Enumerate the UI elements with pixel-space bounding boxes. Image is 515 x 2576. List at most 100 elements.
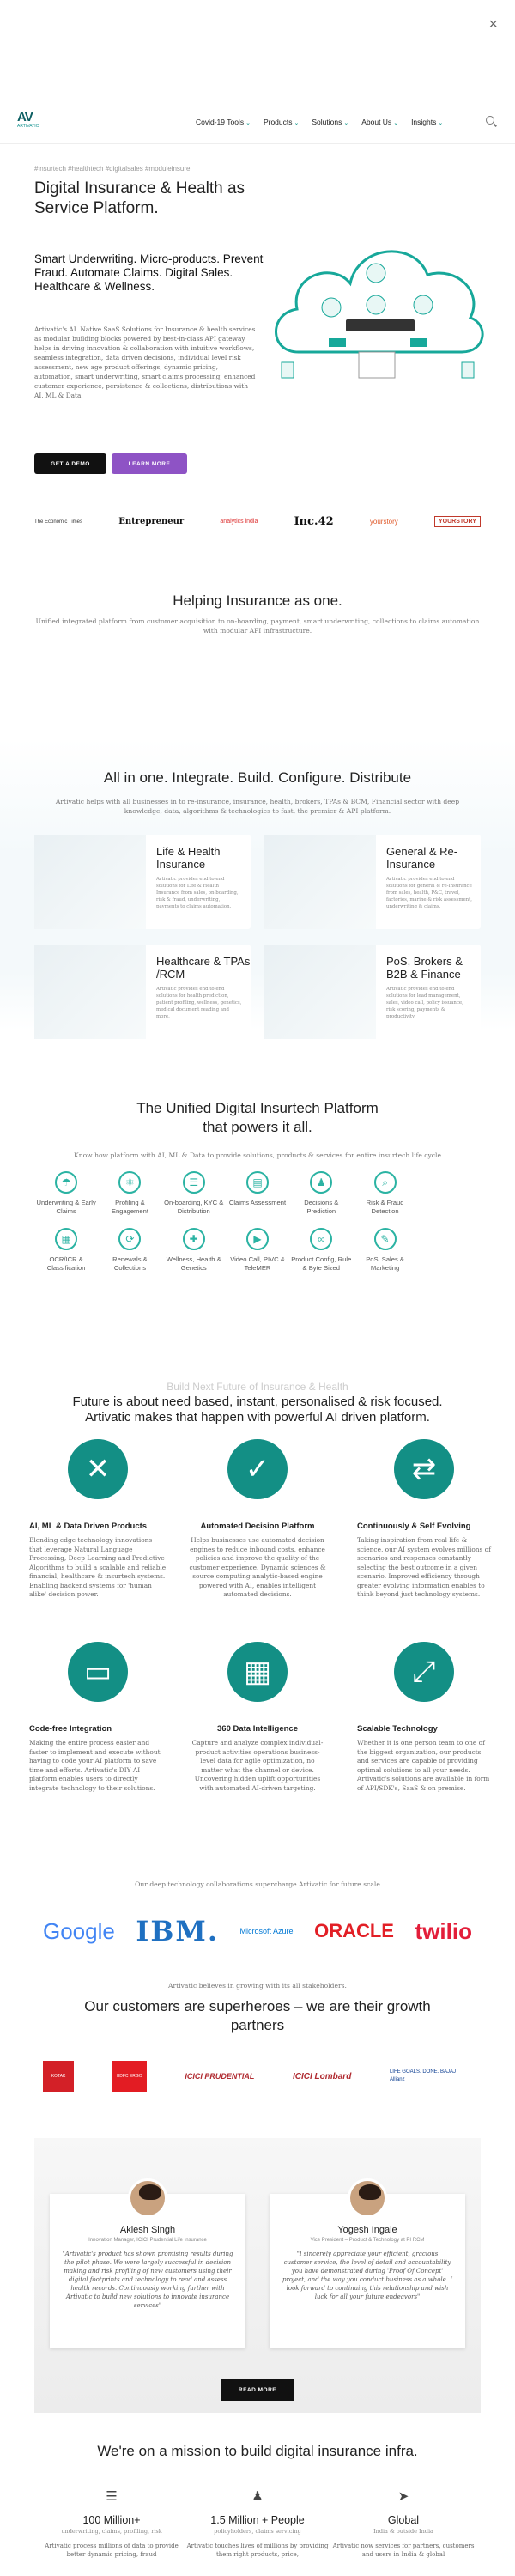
- hero-description: Artivatic's AI. Native SaaS Solutions fo…: [34, 325, 256, 399]
- capability-decisions[interactable]: ♟ Decisions & Prediction: [289, 1171, 353, 1216]
- capability-risk-fraud[interactable]: ⌕ Risk & Fraud Detection: [353, 1171, 416, 1216]
- search-icon[interactable]: [486, 116, 494, 125]
- infinity-icon: ∞: [310, 1228, 333, 1250]
- medical-icon: ✚: [182, 1228, 205, 1250]
- avatar: [348, 2178, 387, 2218]
- press-logo: Entrepreneur: [118, 517, 185, 526]
- customer-logos: KOTAK HDFC ERGO ICICI PRUDENTIAL ICICI L…: [43, 2061, 472, 2092]
- hdfc-ergo-logo: HDFC ERGO: [112, 2061, 147, 2092]
- chevron-down-icon: ⌄: [393, 120, 399, 126]
- press-logo: Inc.42: [294, 515, 334, 528]
- feature-360-data: ▦ 360 Data Intelligence Capture and anal…: [189, 1642, 326, 1793]
- hero-title: Digital Insurance & Health as Service Pl…: [34, 179, 245, 217]
- mission-title: We're on a mission to build digital insu…: [97, 2443, 418, 2459]
- read-more-button[interactable]: READ MORE: [221, 2379, 294, 2401]
- icici-prudential-logo: ICICI PRUDENTIAL: [185, 2072, 255, 2081]
- chess-icon: ♟: [310, 1171, 333, 1194]
- nav-item-solutions[interactable]: Solutions ⌄: [312, 118, 348, 126]
- logo[interactable]: AV ARTIVATIC: [17, 110, 46, 136]
- site-header: AV ARTIVATIC Covid-19 Tools ⌄ Products ⌄ S…: [0, 101, 515, 144]
- chevron-down-icon: ⌄: [438, 120, 444, 126]
- platform-cloud-illustration: [275, 250, 484, 379]
- capability-ocr[interactable]: ▦ OCR/ICR & Classification: [34, 1228, 98, 1273]
- capability-pos-sales[interactable]: ✎ PoS, Sales & Marketing: [353, 1228, 416, 1273]
- capability-video-call[interactable]: ▶ Video Call, PIVC & TeleMER: [226, 1228, 289, 1273]
- main-nav: Covid-19 Tools ⌄ Products ⌄ Solutions ⌄ Abo…: [196, 118, 443, 126]
- stat-item: ♟ 1.5 Million + People policyholders, cl…: [185, 2488, 330, 2559]
- grid-spacer: [417, 1171, 481, 1216]
- press-logos: The Economic Times Entrepreneur analytic…: [34, 515, 481, 528]
- get-demo-button[interactable]: GET A DEMO: [34, 453, 106, 474]
- card-healthcare-tpas[interactable]: Healthcare & TPAs /RCM Artivatic provide…: [34, 945, 251, 1039]
- avatar: [128, 2178, 167, 2218]
- refresh-icon: ⟳: [118, 1228, 142, 1250]
- bajaj-allianz-logo: LIFE GOALS. DONE. BAJAJ Allianz: [389, 2069, 456, 2082]
- document-icon: ▤: [245, 1171, 269, 1194]
- database-icon: ☰: [106, 2489, 118, 2504]
- logo-mark: AV: [17, 110, 33, 125]
- customers-eyebrow: Artivatic believes in growing with its a…: [168, 1982, 347, 1990]
- future-eyebrow: Build Next Future of Insurance & Health: [167, 1381, 348, 1393]
- allinone-description: Artivatic helps with all businesses in t…: [55, 798, 460, 815]
- capability-product-config[interactable]: ∞ Product Config, Rule & Byte Sized: [289, 1228, 353, 1273]
- card-image: [34, 945, 146, 1039]
- stat-item: ➤ Global India & outside India Artivatic…: [330, 2488, 476, 2559]
- nav-item-covid-tools[interactable]: Covid-19 Tools ⌄: [196, 118, 251, 126]
- hero-tags: #insurtech #healthtech #digitalsales #mo…: [34, 165, 191, 173]
- exchange-icon: ⇄: [394, 1439, 454, 1499]
- scan-icon: ▦: [55, 1228, 78, 1250]
- tech-caption: Our deep technology collaborations super…: [135, 1880, 380, 1888]
- feature-self-evolving: ⇄ Continuously & Self Evolving Taking in…: [357, 1439, 491, 1600]
- close-icon[interactable]: ×: [488, 15, 498, 33]
- expand-icon: ⤢: [394, 1642, 454, 1702]
- tech-partner-logos: Google IBM. Microsoft Azure ORACLE twili…: [43, 1915, 472, 1947]
- capability-underwriting[interactable]: ☂ Underwriting & Early Claims: [34, 1171, 98, 1216]
- feature-code-free: ▭ Code-free Integration Making the entir…: [29, 1642, 167, 1793]
- kotak-logo: KOTAK: [43, 2061, 74, 2092]
- shield-check-icon: ✓: [227, 1439, 288, 1499]
- chevron-down-icon: ⌄: [294, 120, 300, 126]
- capability-grid: ☂ Underwriting & Early Claims ⚛ Profiling …: [34, 1171, 481, 1273]
- feature-ai-ml: ✕ AI, ML & Data Driven Products Blending…: [29, 1439, 167, 1600]
- magnifier-icon: ⌕: [373, 1171, 397, 1194]
- twilio-logo: twilio: [415, 1917, 472, 1944]
- nav-item-about-us[interactable]: About Us ⌄: [361, 118, 398, 126]
- press-logo: analytics india: [220, 519, 258, 525]
- capability-onboarding[interactable]: ☰ On-boarding, KYC & Distribution: [162, 1171, 226, 1216]
- logo-subtitle: ARTIVATIC: [17, 124, 39, 129]
- google-logo: Google: [43, 1917, 115, 1944]
- umbrella-icon: ☂: [55, 1171, 78, 1194]
- send-icon: ➤: [397, 2489, 409, 2504]
- capability-claims[interactable]: ▤ Claims Assessment: [226, 1171, 289, 1216]
- press-logo: The Economic Times: [34, 519, 83, 525]
- list-icon: ☰: [182, 1171, 205, 1194]
- feature-automated-decision: ✓ Automated Decision Platform Helps busi…: [189, 1439, 326, 1600]
- card-pos-brokers[interactable]: PoS, Brokers & B2B & Finance Artivatic p…: [264, 945, 481, 1039]
- atom-icon: ⚛: [118, 1171, 142, 1194]
- card-image: [264, 945, 376, 1039]
- press-logo: yourstory: [369, 518, 398, 526]
- learn-more-button[interactable]: LEARN MORE: [112, 453, 187, 474]
- helping-title: Helping Insurance as one.: [173, 592, 342, 609]
- pen-icon: ✎: [373, 1228, 397, 1250]
- tools-icon: ✕: [68, 1439, 128, 1499]
- future-title: Future is about need based, instant, per…: [72, 1394, 443, 1425]
- capability-profiling[interactable]: ⚛ Profiling & Engagement: [98, 1171, 161, 1216]
- card-general-reinsurance[interactable]: General & Re-Insurance Artivatic provide…: [264, 835, 481, 929]
- card-life-health[interactable]: Life & Health Insurance Artivatic provid…: [34, 835, 251, 929]
- capability-wellness[interactable]: ✚ Wellness, Health & Genetics: [162, 1228, 226, 1273]
- oracle-logo: ORACLE: [314, 1920, 394, 1941]
- card-image: [34, 835, 146, 929]
- stat-item: ☰ 100 Million+ underwriting, claims, pro…: [39, 2488, 185, 2559]
- helping-description: Unified integrated platform from custome…: [35, 617, 480, 635]
- customers-title: Our customers are superheroes – we are t…: [84, 1998, 431, 2033]
- video-icon: ▶: [245, 1228, 269, 1250]
- capability-renewals[interactable]: ⟳ Renewals & Collections: [98, 1228, 161, 1273]
- ibm-logo: IBM.: [136, 1915, 219, 1947]
- chevron-down-icon: ⌄: [245, 120, 251, 126]
- nav-item-insights[interactable]: Insights ⌄: [411, 118, 443, 126]
- unified-description: Know how platform with AI, ML & Data to …: [74, 1151, 441, 1159]
- nav-item-products[interactable]: Products ⌄: [264, 118, 299, 126]
- testimonial-card: Yogesh Ingale Vice President – Product &…: [270, 2178, 465, 2348]
- person-icon: ♟: [251, 2489, 264, 2504]
